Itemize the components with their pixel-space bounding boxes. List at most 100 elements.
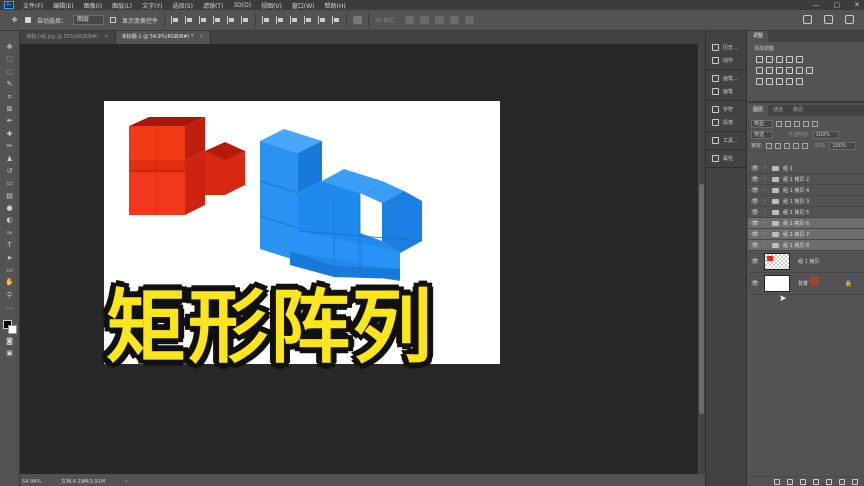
visibility-eye-icon[interactable]: 👁 xyxy=(750,220,760,227)
search-icon[interactable] xyxy=(803,15,812,24)
blend-mode-select[interactable]: 穿透 xyxy=(751,130,774,139)
black-white-icon[interactable] xyxy=(776,67,783,74)
zoom-level[interactable]: 54.94% xyxy=(22,479,41,485)
pen-tool-icon[interactable]: ✑ xyxy=(5,229,14,238)
visibility-eye-icon[interactable]: 👁 xyxy=(750,187,760,194)
status-menu-icon[interactable]: › xyxy=(125,479,127,485)
3d-slide-icon[interactable] xyxy=(449,16,459,24)
chevron-right-icon[interactable]: › xyxy=(764,198,770,204)
layer-style-icon[interactable] xyxy=(787,478,793,485)
close-icon[interactable]: × xyxy=(104,31,108,44)
panel-character-button[interactable]: 字符 xyxy=(706,103,746,116)
healing-tool-icon[interactable]: ✚ xyxy=(5,130,14,139)
tab-paths[interactable]: 路径 xyxy=(788,105,808,116)
menu-file[interactable]: 文件(F) xyxy=(18,1,48,10)
menu-filter[interactable]: 滤镜(T) xyxy=(198,1,228,10)
adjustment-layer-icon[interactable] xyxy=(813,478,819,485)
panel-brushes-button[interactable]: 画笔 xyxy=(706,85,746,98)
filter-adjust-icon[interactable] xyxy=(785,120,792,127)
3d-roll-icon[interactable] xyxy=(419,16,429,24)
distribute-right-icon[interactable] xyxy=(332,16,340,24)
auto-select-checkbox[interactable] xyxy=(25,17,31,23)
selective-color-icon[interactable] xyxy=(796,78,803,85)
menu-type[interactable]: 文字(Y) xyxy=(137,1,167,10)
tab-document-1[interactable]: 课程小组.jpg @ 50%(RGB/8#) × xyxy=(20,31,116,44)
path-select-tool-icon[interactable]: ➤ xyxy=(5,254,14,263)
vibrance-icon[interactable] xyxy=(796,56,803,63)
menu-layer[interactable]: 图层(L) xyxy=(107,1,137,10)
visibility-eye-icon[interactable]: 👁 xyxy=(750,176,760,183)
crop-tool-icon[interactable]: ⌗ xyxy=(5,93,14,102)
3d-orbit-icon[interactable] xyxy=(404,16,414,24)
stamp-tool-icon[interactable]: ♟ xyxy=(5,155,14,164)
workspace-icon[interactable] xyxy=(824,15,833,24)
share-icon[interactable] xyxy=(845,15,854,24)
menu-image[interactable]: 图像(I) xyxy=(79,1,107,10)
new-layer-icon[interactable] xyxy=(839,478,845,485)
panel-actions-button[interactable]: 动作 xyxy=(706,54,746,67)
canvas-area[interactable]: 矩形阵列 xyxy=(20,44,698,474)
filter-shape-icon[interactable] xyxy=(803,120,810,127)
menu-edit[interactable]: 编辑(E) xyxy=(48,1,78,10)
brightness-icon[interactable] xyxy=(756,56,763,63)
color-balance-icon[interactable] xyxy=(766,67,773,74)
visibility-eye-icon[interactable]: 👁 xyxy=(750,198,760,205)
scrollbar-thumb[interactable] xyxy=(699,184,704,414)
move-tool-icon[interactable]: ✥ xyxy=(10,16,19,25)
align-bottom-icon[interactable] xyxy=(241,16,249,24)
curves-icon[interactable] xyxy=(776,56,783,63)
history-brush-tool-icon[interactable]: ↺ xyxy=(5,167,14,176)
visibility-eye-icon[interactable]: 👁 xyxy=(750,165,760,172)
panel-history-button[interactable]: 历史... xyxy=(706,41,746,54)
exposure-icon[interactable] xyxy=(786,56,793,63)
layer-group-row[interactable]: 👁 › 组 1 拷贝 8 xyxy=(748,240,864,251)
chevron-right-icon[interactable]: › xyxy=(764,165,770,171)
tab-layers[interactable]: 图层 xyxy=(748,105,769,116)
visibility-eye-icon[interactable]: 👁 xyxy=(750,231,760,238)
distribute-bottom-icon[interactable] xyxy=(290,16,298,24)
panel-properties-button[interactable]: 属性 xyxy=(706,152,746,165)
layer-group-row[interactable]: 👁 › 组 1 拷贝 2 xyxy=(748,174,864,185)
color-swatches[interactable] xyxy=(2,319,17,334)
zoom-tool-icon[interactable]: ⚲ xyxy=(5,291,14,300)
layer-group-row[interactable]: 👁 › 组 1 拷贝 5 xyxy=(748,207,864,218)
shape-tool-icon[interactable]: ▭ xyxy=(5,266,14,275)
more-tools-icon[interactable]: … xyxy=(5,303,14,312)
type-tool-icon[interactable]: T xyxy=(5,241,14,250)
lasso-tool-icon[interactable]: ◌ xyxy=(5,68,14,77)
tab-channels[interactable]: 通道 xyxy=(768,105,788,116)
distribute-left-icon[interactable] xyxy=(304,16,312,24)
opacity-field[interactable]: 100% xyxy=(812,130,839,139)
gradient-tool-icon[interactable]: ▤ xyxy=(5,192,14,201)
chevron-right-icon[interactable]: › xyxy=(764,176,770,182)
distribute-center-icon[interactable] xyxy=(318,16,326,24)
layer-group-row[interactable]: 👁 › 组 1 拷贝 4 xyxy=(748,185,864,196)
quick-select-tool-icon[interactable]: ✎ xyxy=(5,80,14,89)
show-transform-checkbox[interactable] xyxy=(110,17,117,23)
brush-tool-icon[interactable]: ✏ xyxy=(5,142,14,151)
photo-filter-icon[interactable] xyxy=(786,67,793,74)
eraser-tool-icon[interactable]: ▭ xyxy=(5,179,14,188)
3d-pan-icon[interactable] xyxy=(434,16,444,24)
filter-smart-icon[interactable] xyxy=(812,120,819,127)
color-lookup-icon[interactable] xyxy=(806,67,813,74)
panel-paragraph-button[interactable]: 段落 xyxy=(706,116,746,129)
align-right-icon[interactable] xyxy=(199,16,207,24)
visibility-eye-icon[interactable]: 👁 xyxy=(750,242,760,249)
blur-tool-icon[interactable]: ● xyxy=(5,204,14,213)
layer-group-row[interactable]: 👁 › 组 1 xyxy=(748,163,864,174)
menu-window[interactable]: 窗口(W) xyxy=(287,1,320,10)
panel-brush-settings-button[interactable]: 画笔... xyxy=(706,72,746,85)
layer-group-row[interactable]: 👁 › 组 1 拷贝 6 xyxy=(748,218,864,229)
marquee-tool-icon[interactable]: ⬚ xyxy=(5,55,14,64)
maximize-icon[interactable]: ▢ xyxy=(834,1,841,9)
hue-saturation-icon[interactable] xyxy=(756,67,763,74)
align-center-icon[interactable] xyxy=(185,16,193,24)
new-group-icon[interactable] xyxy=(826,478,832,485)
posterize-icon[interactable] xyxy=(766,78,773,85)
lock-position-icon[interactable] xyxy=(783,142,790,149)
align-left-icon[interactable] xyxy=(171,16,179,24)
hand-tool-icon[interactable]: ✋ xyxy=(5,278,14,287)
visibility-eye-icon[interactable]: 👁 xyxy=(750,280,760,287)
lock-pixels-icon[interactable] xyxy=(774,142,781,149)
